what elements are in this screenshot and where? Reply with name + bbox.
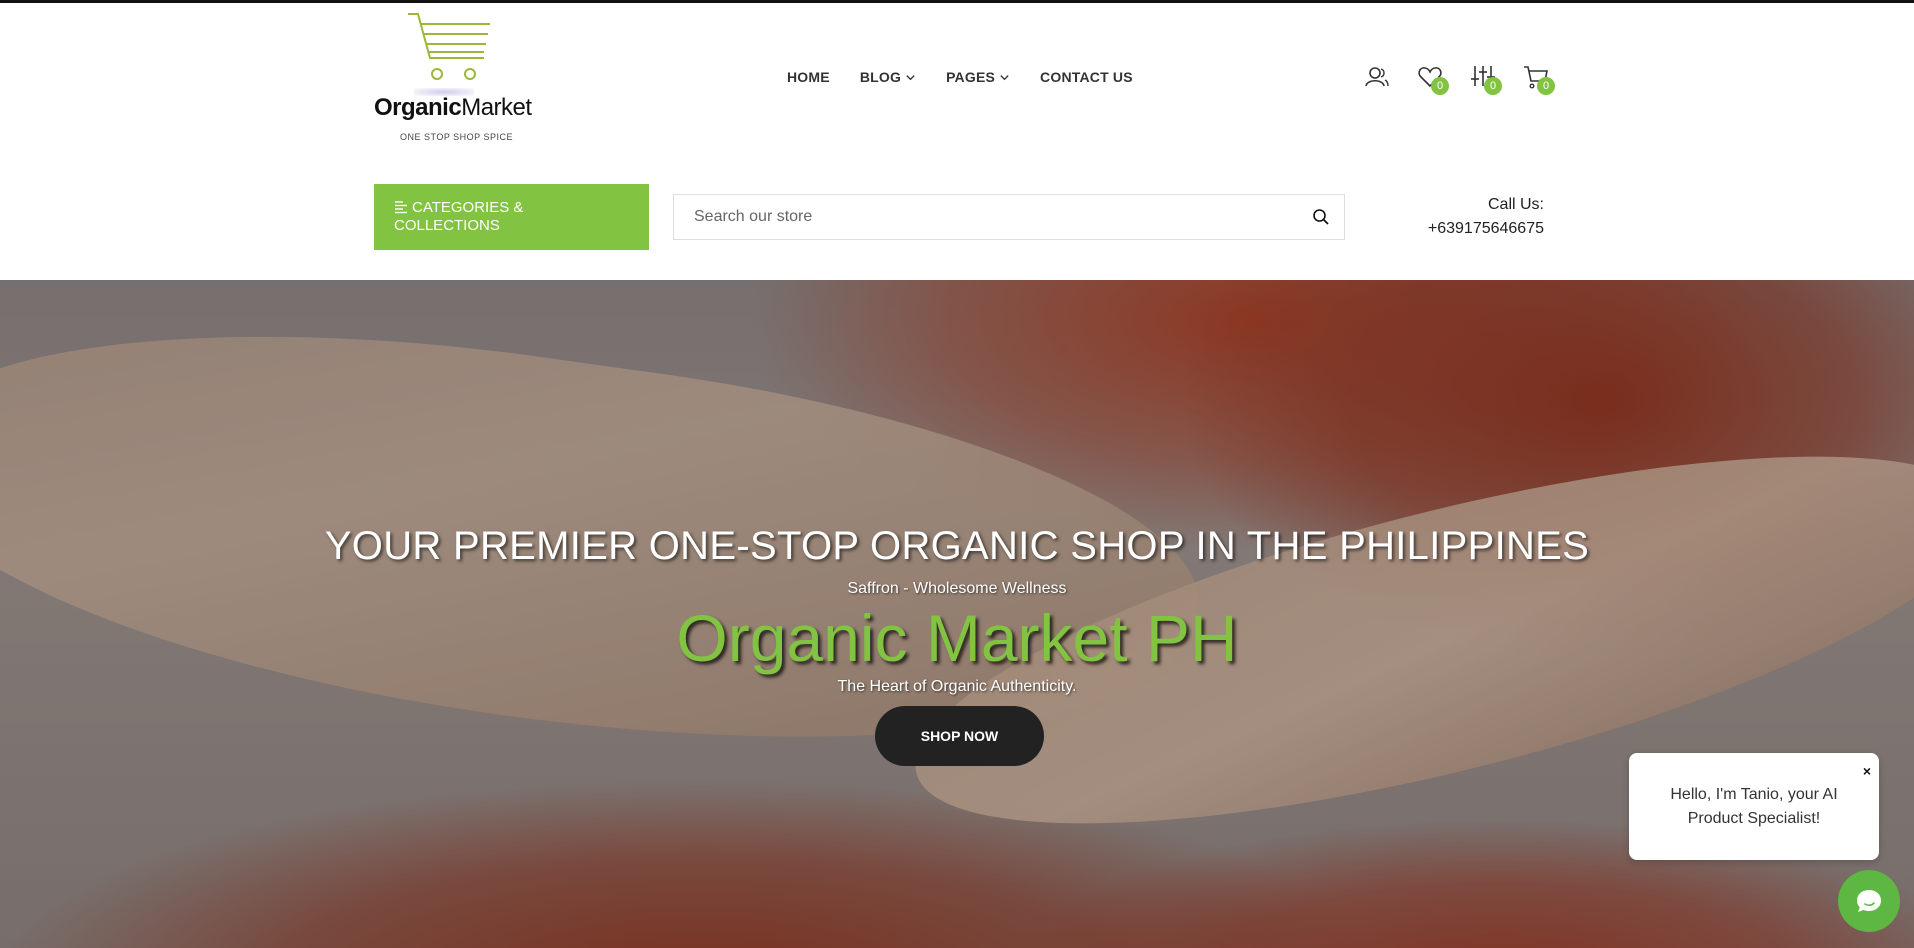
call-us-phone[interactable]: +639175646675 — [1380, 217, 1544, 241]
site-logo[interactable]: OrganicMarket ONE STOP SHOP SPICE — [374, 10, 534, 145]
chevron-down-icon — [906, 74, 915, 80]
categories-label: CATEGORIES & COLLECTIONS — [394, 199, 524, 234]
cart-logo-icon — [408, 13, 490, 80]
call-us-label: Call Us: — [1487, 196, 1544, 213]
header-actions: 0 0 0 — [1364, 64, 1576, 95]
top-border — [0, 0, 1914, 3]
search-input[interactable] — [674, 195, 1274, 239]
logo-tagline: ONE STOP SHOP SPICE — [400, 132, 514, 142]
nav-item-blog[interactable]: BLOG — [860, 69, 916, 85]
nav-label: BLOG — [859, 69, 902, 85]
chat-greeting-popup: × Hello, I'm Tanio, your AI Product Spec… — [1629, 753, 1879, 860]
main-nav: HOME BLOG PAGES CONTACT US — [787, 69, 1133, 85]
wishlist-button[interactable]: 0 — [1417, 64, 1449, 95]
shop-now-button[interactable]: SHOP NOW — [875, 706, 1044, 766]
account-button[interactable] — [1364, 64, 1390, 90]
menu-lines-icon — [395, 201, 407, 214]
hero-tagline: The Heart of Organic Authenticity. — [837, 678, 1077, 695]
chat-launcher-button[interactable] — [1838, 870, 1900, 932]
close-icon[interactable]: × — [1863, 759, 1871, 783]
hero-title: YOUR PREMIER ONE-STOP ORGANIC SHOP IN TH… — [324, 524, 1590, 568]
compare-count-badge: 0 — [1484, 77, 1502, 95]
nav-item-home[interactable]: HOME — [787, 69, 830, 85]
nav-label: CONTACT US — [1040, 69, 1133, 85]
logo-name-bold: Organic — [374, 94, 462, 121]
compare-button[interactable]: 0 — [1470, 64, 1502, 95]
hero-subtitle: Saffron - Wholesome Wellness — [847, 580, 1067, 597]
logo-wordmark: OrganicMarket — [374, 94, 532, 122]
hero-banner: YOUR PREMIER ONE-STOP ORGANIC SHOP IN TH… — [0, 280, 1914, 948]
hero-brand-line: Organic Market PH — [676, 601, 1238, 675]
search-bar — [673, 194, 1345, 240]
nav-label: PAGES — [946, 69, 996, 85]
cart-count-badge: 0 — [1537, 77, 1555, 95]
logo-name-light: Market — [461, 94, 532, 121]
nav-label: HOME — [787, 69, 830, 85]
search-icon[interactable] — [1312, 208, 1330, 226]
categories-collections-button[interactable]: CATEGORIES & COLLECTIONS — [374, 184, 649, 250]
chat-greeting-text: Hello, I'm Tanio, your AI Product Specia… — [1670, 786, 1838, 827]
user-icon — [1365, 67, 1389, 87]
chevron-down-icon — [1000, 74, 1009, 80]
cart-button[interactable]: 0 — [1523, 64, 1555, 95]
nav-item-contact-us[interactable]: CONTACT US — [1040, 69, 1133, 85]
nav-item-pages[interactable]: PAGES — [946, 69, 1010, 85]
chat-bubble-icon — [1857, 890, 1881, 912]
call-us: Call Us: +639175646675 — [1380, 193, 1544, 241]
wishlist-count-badge: 0 — [1431, 77, 1449, 95]
